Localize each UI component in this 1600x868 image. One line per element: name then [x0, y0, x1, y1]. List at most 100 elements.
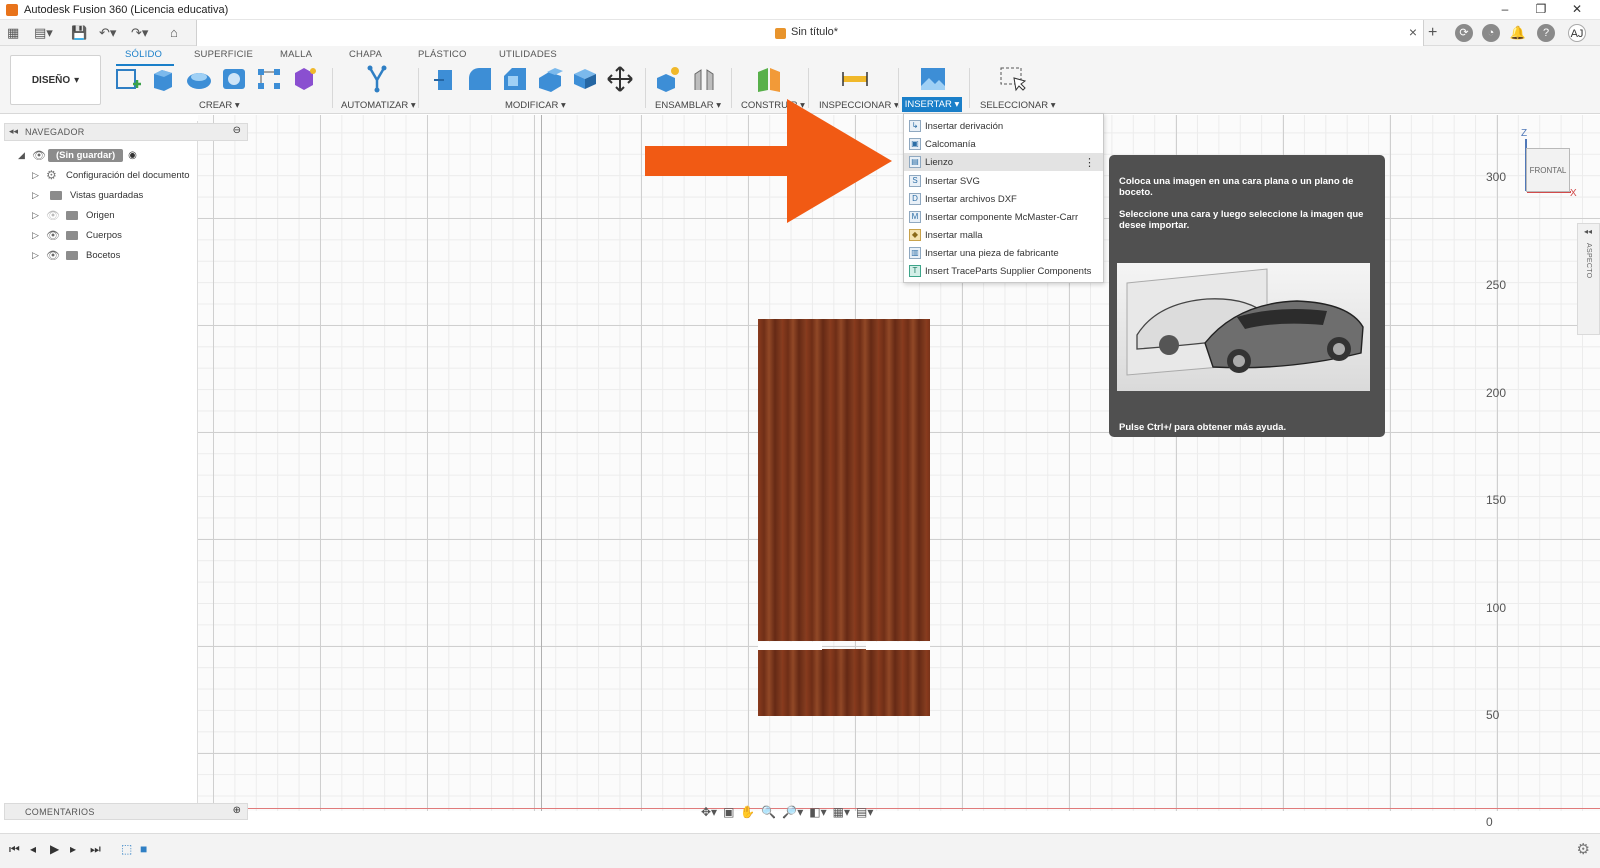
- expand-triangle-icon[interactable]: ▷: [32, 210, 46, 221]
- pattern-icon[interactable]: [254, 64, 284, 94]
- move-icon[interactable]: [605, 64, 635, 94]
- expand-triangle-icon[interactable]: ▷: [32, 170, 46, 181]
- menu-item-canvas[interactable]: ▤ Lienzo ⋮: [904, 153, 1103, 171]
- browser-item-saved-views[interactable]: ▷ Vistas guardadas: [32, 186, 143, 204]
- chamfer-icon[interactable]: [500, 64, 530, 94]
- step-back-icon[interactable]: ◂: [30, 842, 36, 856]
- new-tab-icon[interactable]: +: [1428, 25, 1437, 41]
- grid-settings-icon[interactable]: ▦▾: [833, 805, 850, 819]
- orbit-icon[interactable]: ✥▾: [701, 805, 717, 819]
- menu-item-mcmaster[interactable]: M Insertar componente McMaster-Carr: [904, 208, 1103, 226]
- menu-item-insert-derive[interactable]: ↳ Insertar derivación: [904, 117, 1103, 135]
- tab-utilidades[interactable]: UTILIDADES: [499, 49, 557, 60]
- wood-body-bottom[interactable]: [758, 649, 930, 716]
- group-modificar[interactable]: MODIFICAR ▾: [505, 100, 566, 111]
- tab-solido[interactable]: SÓLIDO: [125, 49, 162, 60]
- viewports-icon[interactable]: ▤▾: [856, 805, 873, 819]
- joint-icon[interactable]: [689, 64, 719, 94]
- shell-icon[interactable]: [535, 64, 565, 94]
- tab-superficie[interactable]: SUPERFICIE: [194, 49, 253, 60]
- gear-icon[interactable]: ⚙: [1577, 840, 1590, 858]
- minimize-icon[interactable]: –: [1497, 2, 1513, 16]
- group-insertar[interactable]: INSERTAR ▾: [902, 97, 962, 112]
- menu-item-decal[interactable]: ▣ Calcomanía: [904, 135, 1103, 153]
- insert-image-icon[interactable]: [918, 64, 948, 94]
- collapse-icon[interactable]: ◂◂: [1584, 227, 1592, 236]
- select-icon[interactable]: [998, 64, 1028, 94]
- menu-item-insert-mesh[interactable]: ◆ Insertar malla: [904, 226, 1103, 244]
- pan-icon[interactable]: ✋: [740, 805, 755, 819]
- revolve-icon[interactable]: [184, 64, 214, 94]
- viewcube[interactable]: FRONTAL: [1526, 148, 1570, 192]
- browser-item-origin[interactable]: ▷ 👁 Origen: [32, 206, 115, 224]
- navigator-header[interactable]: ◂◂ NAVEGADOR ⊖: [4, 123, 248, 141]
- file-menu-icon[interactable]: ▤▾: [34, 25, 53, 41]
- combine-icon[interactable]: [570, 64, 600, 94]
- expand-triangle-icon[interactable]: ▷: [32, 230, 46, 241]
- go-to-start-icon[interactable]: ⏮: [9, 842, 20, 857]
- close-icon[interactable]: ✕: [1569, 2, 1585, 16]
- extensions-icon[interactable]: ⟳: [1455, 24, 1473, 42]
- pin-icon[interactable]: ⊖: [233, 125, 241, 136]
- redo-icon[interactable]: ↷▾: [131, 25, 148, 41]
- play-icon[interactable]: ▶: [50, 842, 59, 856]
- visibility-eye-icon[interactable]: 👁: [32, 149, 48, 162]
- measure-icon[interactable]: [840, 64, 870, 94]
- hidden-eye-icon[interactable]: 👁: [46, 209, 62, 222]
- data-panel-icon[interactable]: ▦: [7, 25, 19, 41]
- add-comment-icon[interactable]: ⊕: [233, 805, 241, 816]
- menu-item-manufacturer-part[interactable]: ▥ Insertar una pieza de fabricante: [904, 244, 1103, 262]
- extrude-icon[interactable]: [148, 64, 178, 94]
- activate-radio-icon[interactable]: ◉: [128, 150, 137, 161]
- workspace-switcher[interactable]: DISEÑO ▾: [10, 55, 101, 105]
- tab-plastico[interactable]: PLÁSTICO: [418, 49, 467, 60]
- form-icon[interactable]: [289, 64, 319, 94]
- menu-item-traceparts[interactable]: T Insert TraceParts Supplier Components: [904, 262, 1103, 280]
- group-automatizar[interactable]: AUTOMATIZAR ▾: [341, 100, 416, 111]
- browser-item-bodies[interactable]: ▷ 👁 Cuerpos: [32, 226, 122, 244]
- comments-panel[interactable]: COMENTARIOS ⊕: [4, 803, 248, 820]
- close-tab-icon[interactable]: ×: [1409, 24, 1417, 40]
- expand-triangle-icon[interactable]: ▷: [32, 250, 46, 261]
- menu-item-insert-svg[interactable]: S Insertar SVG: [904, 172, 1103, 190]
- go-to-end-icon[interactable]: ⏭: [90, 842, 101, 857]
- hole-icon[interactable]: [219, 64, 249, 94]
- collapse-icon[interactable]: ◂◂: [9, 126, 18, 137]
- tab-malla[interactable]: MALLA: [280, 49, 312, 60]
- save-icon[interactable]: 💾: [71, 25, 87, 41]
- fillet-icon[interactable]: [465, 64, 495, 94]
- step-forward-icon[interactable]: ▸: [70, 842, 76, 856]
- aspect-panel[interactable]: ◂◂: [1577, 223, 1600, 335]
- visibility-eye-icon[interactable]: 👁: [46, 229, 62, 242]
- timeline-feature-icon[interactable]: ■: [140, 842, 147, 856]
- press-pull-icon[interactable]: [430, 64, 460, 94]
- user-avatar[interactable]: AJ: [1568, 24, 1586, 42]
- notifications-icon[interactable]: 🔔: [1509, 24, 1527, 42]
- tab-chapa[interactable]: CHAPA: [349, 49, 382, 60]
- wood-body-top[interactable]: [758, 319, 930, 641]
- menu-item-insert-dxf[interactable]: D Insertar archivos DXF: [904, 190, 1103, 208]
- timeline-sketch-icon[interactable]: ⬚: [121, 842, 132, 856]
- group-seleccionar[interactable]: SELECCIONAR ▾: [980, 100, 1056, 111]
- expanded-triangle-icon[interactable]: ◢: [18, 150, 32, 161]
- fit-icon[interactable]: 🔎▾: [782, 805, 803, 819]
- display-settings-icon[interactable]: ◧▾: [809, 805, 826, 819]
- document-tab[interactable]: Sin título* ×: [196, 20, 1424, 46]
- automate-icon[interactable]: [362, 64, 392, 94]
- zoom-icon[interactable]: 🔍: [761, 805, 776, 819]
- create-sketch-icon[interactable]: [113, 64, 143, 94]
- new-component-icon[interactable]: [653, 64, 683, 94]
- home-icon[interactable]: ⌂: [170, 25, 178, 41]
- more-options-icon[interactable]: ⋮: [1084, 156, 1095, 169]
- expand-triangle-icon[interactable]: ▷: [32, 190, 46, 201]
- look-at-icon[interactable]: ▣: [723, 805, 734, 819]
- browser-item-sketches[interactable]: ▷ 👁 Bocetos: [32, 246, 120, 264]
- group-crear[interactable]: CREAR ▾: [199, 100, 240, 111]
- browser-item-document-settings[interactable]: ▷ ⚙ Configuración del documento: [32, 166, 190, 184]
- help-icon[interactable]: ?: [1537, 24, 1555, 42]
- construct-plane-icon[interactable]: [754, 64, 784, 94]
- job-status-icon[interactable]: ◔: [1482, 24, 1500, 42]
- restore-icon[interactable]: ❐: [1533, 2, 1549, 16]
- browser-root[interactable]: ◢ 👁 (Sin guardar) ◉: [18, 146, 137, 164]
- undo-icon[interactable]: ↶▾: [99, 25, 116, 41]
